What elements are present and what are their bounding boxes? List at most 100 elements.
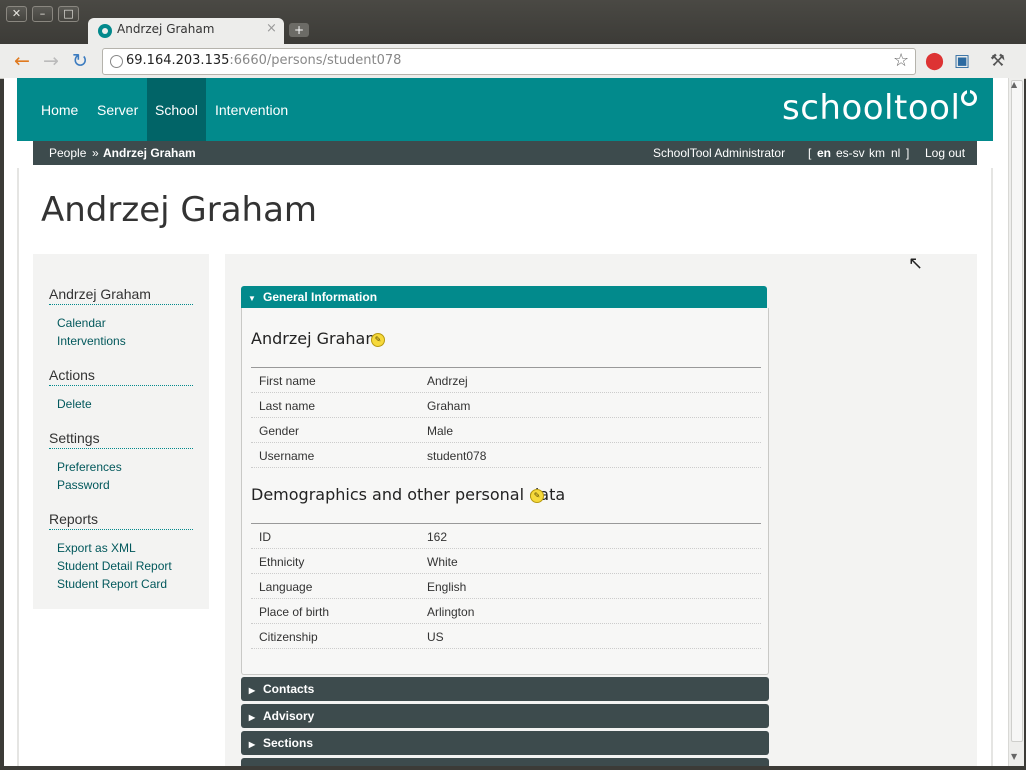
contacts-title: Contacts xyxy=(263,682,315,696)
edit-pencil-icon[interactable]: ✎ xyxy=(371,333,385,347)
lang-bracket-close: ] xyxy=(906,146,910,160)
new-tab-button[interactable]: + xyxy=(289,23,309,37)
sidebar-link-delete[interactable]: Delete xyxy=(57,397,92,411)
reload-icon[interactable]: ↻ xyxy=(69,50,91,72)
nav-server[interactable]: Server xyxy=(89,78,146,141)
expanded-triangle-icon: ▼ xyxy=(248,294,256,303)
breadcrumb-people[interactable]: People xyxy=(49,141,86,165)
url-host: 69.164.203.135 xyxy=(126,53,230,68)
sections-title: Sections xyxy=(263,736,314,750)
row-label: Citizenship xyxy=(259,630,318,644)
table-row: Username student078 xyxy=(251,443,761,468)
page-title: Andrzej Graham xyxy=(41,190,318,230)
schooltool-logo[interactable]: schooltool xyxy=(782,88,960,128)
general-information-panel: Andrzej Graham ✎ First name Andrzej Last … xyxy=(241,308,769,675)
scroll-up-icon[interactable]: ▲ xyxy=(1011,80,1017,89)
page-edge-left xyxy=(17,168,19,766)
current-user[interactable]: SchoolTool Administrator xyxy=(653,141,785,165)
edit-pencil-icon[interactable]: ✎ xyxy=(530,489,544,503)
address-bar[interactable]: 69.164.203.135:6660/persons/student078 ☆ xyxy=(102,48,916,75)
row-value: US xyxy=(427,630,444,644)
sidebar-link-preferences[interactable]: Preferences xyxy=(57,460,122,474)
sidebar-link-password[interactable]: Password xyxy=(57,478,110,492)
table-row: Place of birth Arlington xyxy=(251,599,761,624)
breadcrumb-separator: » xyxy=(92,146,99,160)
extension-icon[interactable]: ⬤ xyxy=(925,51,944,71)
page-viewport: Home Server School Intervention schoolto… xyxy=(4,78,1008,766)
sidebar-link-student-report-card[interactable]: Student Report Card xyxy=(57,577,167,591)
person-details-table: First name Andrzej Last name Graham Gender… xyxy=(251,367,761,468)
sidebar-heading-settings: Settings xyxy=(49,430,193,449)
table-row: ID 162 xyxy=(251,524,761,549)
section-title-name: Andrzej Graham xyxy=(251,329,381,348)
lang-nl[interactable]: nl xyxy=(891,141,900,165)
fullscreen-icon[interactable]: ▣ xyxy=(954,51,970,71)
row-value: English xyxy=(427,580,467,594)
row-value: Male xyxy=(427,424,454,438)
minimize-window-icon[interactable]: – xyxy=(32,6,53,22)
collapsed-triangle-icon: ▶ xyxy=(248,713,256,722)
row-label: Last name xyxy=(259,399,316,413)
section-title-name-text: Andrzej Graham xyxy=(251,329,381,348)
nav-home[interactable]: Home xyxy=(33,78,86,141)
url-path: :6660/persons/student078 xyxy=(229,53,402,68)
advisory-panel-header[interactable]: ▶ Advisory xyxy=(241,704,769,728)
close-window-icon[interactable]: ✕ xyxy=(6,6,27,22)
wrench-icon[interactable]: ⚒ xyxy=(990,51,1005,71)
sidebar-link-calendar[interactable]: Calendar xyxy=(57,316,106,330)
mouse-cursor-icon: ↖ xyxy=(908,253,924,274)
nav-intervention[interactable]: Intervention xyxy=(207,78,296,141)
sidebar: Andrzej Graham Calendar Interventions Ac… xyxy=(33,254,209,609)
table-row: Ethnicity White xyxy=(251,549,761,574)
maximize-window-icon[interactable]: □ xyxy=(58,6,79,22)
sidebar-link-export-xml[interactable]: Export as XML xyxy=(57,541,136,555)
schooltool-favicon-icon xyxy=(98,24,112,38)
table-row: Last name Graham xyxy=(251,393,761,418)
breadcrumb-current: Andrzej Graham xyxy=(103,146,196,160)
page-info-icon[interactable] xyxy=(110,55,123,68)
row-label: Place of birth xyxy=(259,605,330,619)
browser-tab[interactable]: Andrzej Graham × xyxy=(88,18,284,44)
row-label: Language xyxy=(259,580,313,594)
general-information-header[interactable]: ▼ General Information xyxy=(241,286,767,308)
browser-toolbar: ← → ↻ 69.164.203.135:6660/persons/studen… xyxy=(0,44,1026,79)
general-information-title: General Information xyxy=(263,290,378,304)
row-value: student078 xyxy=(427,449,487,463)
lang-es-sv[interactable]: es-sv xyxy=(836,141,865,165)
table-row: Gender Male xyxy=(251,418,761,443)
sections-panel-header[interactable]: ▶ Sections xyxy=(241,731,769,755)
scrollbar-thumb[interactable] xyxy=(1011,80,1023,742)
lang-bracket-open: [ xyxy=(808,146,812,160)
logout-link[interactable]: Log out xyxy=(925,141,965,165)
row-value: Graham xyxy=(427,399,471,413)
bookmark-star-icon[interactable]: ☆ xyxy=(893,50,909,71)
sidebar-heading-reports: Reports xyxy=(49,511,193,530)
nav-school[interactable]: School xyxy=(147,78,206,141)
row-label: Username xyxy=(259,449,315,463)
row-label: ID xyxy=(259,530,271,544)
lang-km[interactable]: km xyxy=(869,141,885,165)
sidebar-heading-actions: Actions xyxy=(49,367,193,386)
sidebar-link-interventions[interactable]: Interventions xyxy=(57,334,126,348)
table-row: Language English xyxy=(251,574,761,599)
logo-power-icon xyxy=(961,88,977,106)
row-label: First name xyxy=(259,374,316,388)
contacts-panel-header[interactable]: ▶ Contacts xyxy=(241,677,769,701)
url-text[interactable]: 69.164.203.135:6660/persons/student078 xyxy=(126,53,401,68)
close-tab-icon[interactable]: × xyxy=(266,21,277,36)
table-row: First name Andrzej xyxy=(251,368,761,393)
page-edge-right xyxy=(991,168,993,766)
collapsed-triangle-icon: ▶ xyxy=(248,740,256,749)
row-label: Gender xyxy=(259,424,300,438)
breadcrumb-bar: People » Andrzej Graham SchoolTool Admin… xyxy=(33,141,977,165)
lang-en[interactable]: en xyxy=(817,141,831,165)
next-panel-header[interactable] xyxy=(241,758,769,766)
row-value: Arlington xyxy=(427,605,475,619)
vertical-scrollbar[interactable]: ▲ ▼ xyxy=(1008,78,1024,766)
row-value: White xyxy=(427,555,458,569)
main-navigation: Home Server School Intervention schoolto… xyxy=(17,78,993,141)
scroll-down-icon[interactable]: ▼ xyxy=(1011,752,1017,761)
sidebar-link-student-detail-report[interactable]: Student Detail Report xyxy=(57,559,172,573)
forward-arrow-icon[interactable]: → xyxy=(40,50,62,72)
back-arrow-icon[interactable]: ← xyxy=(11,50,33,72)
